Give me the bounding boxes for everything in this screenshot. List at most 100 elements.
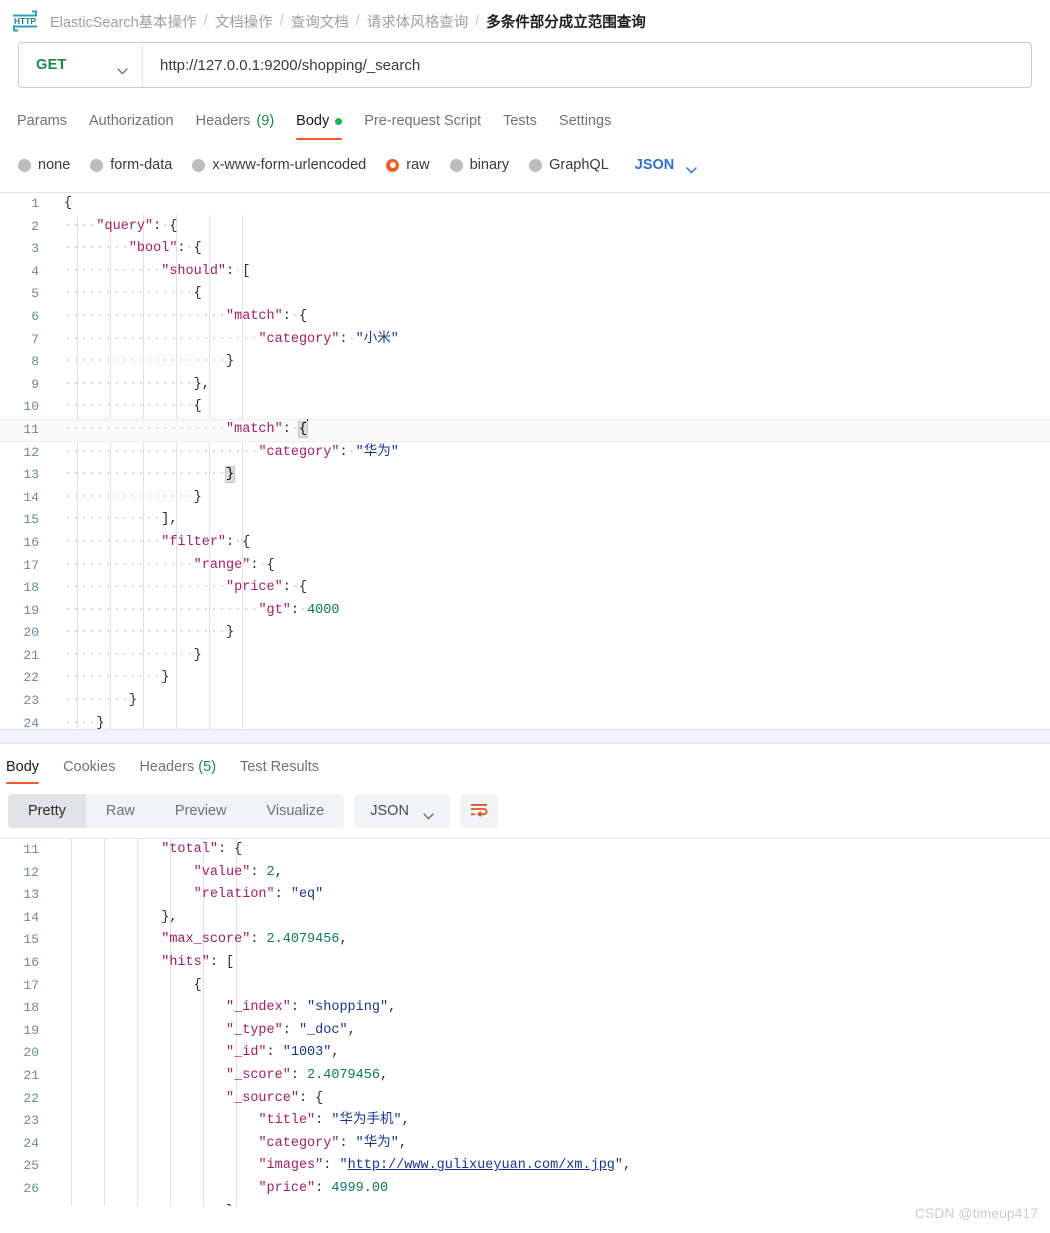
- view-mode-preview[interactable]: Preview: [155, 794, 247, 828]
- code-line[interactable]: 11 "total": {: [0, 839, 1050, 862]
- word-wrap-button[interactable]: [459, 794, 498, 828]
- code-line[interactable]: 23 "title": "华为手机",: [0, 1110, 1050, 1133]
- code-token: ····: [64, 670, 97, 686]
- tab-settings[interactable]: Settings: [548, 113, 622, 140]
- body-format-select[interactable]: JSON: [635, 157, 698, 174]
- view-mode-raw[interactable]: Raw: [86, 794, 155, 828]
- code-line[interactable]: 14 ················}: [0, 487, 1050, 510]
- body-type-raw[interactable]: raw: [386, 157, 430, 173]
- code-line-content: ············"should":·[: [52, 261, 1050, 284]
- view-mode-pretty[interactable]: Pretty: [8, 794, 86, 828]
- code-line[interactable]: 15 ············],: [0, 509, 1050, 532]
- code-line[interactable]: 19 "_type": "_doc",: [0, 1020, 1050, 1043]
- code-line[interactable]: 8 ····················}: [0, 351, 1050, 374]
- response-tab-test-results[interactable]: Test Results: [228, 759, 331, 784]
- http-method-select[interactable]: GET: [19, 43, 143, 87]
- code-token: "should": [161, 263, 227, 279]
- body-type-x-www-form-urlencoded[interactable]: x-www-form-urlencoded: [192, 157, 366, 173]
- code-token: ····: [161, 467, 194, 483]
- code-token: 4999.00: [331, 1180, 389, 1196]
- code-token: ····: [128, 286, 162, 302]
- code-line[interactable]: 22 "_source": {: [0, 1088, 1050, 1111]
- code-line[interactable]: 16 "hits": [: [0, 952, 1050, 975]
- body-type-binary[interactable]: binary: [449, 157, 509, 173]
- code-token: ,: [388, 1000, 397, 1016]
- body-type-graphql[interactable]: GraphQL: [529, 157, 609, 173]
- tab-body[interactable]: Body: [285, 113, 353, 140]
- code-line[interactable]: 17 {: [0, 975, 1050, 998]
- code-line[interactable]: 5 ················{: [0, 283, 1050, 306]
- code-line[interactable]: 1{: [0, 193, 1050, 216]
- tab-params[interactable]: Params: [6, 113, 78, 140]
- code-line[interactable]: 7 ························"category":·"小米…: [0, 329, 1050, 352]
- line-number: 20: [23, 1045, 39, 1061]
- code-token: }: [226, 354, 235, 370]
- code-token: }: [193, 489, 202, 505]
- body-type-none[interactable]: none: [18, 157, 70, 173]
- code-line[interactable]: 11 ····················"match":·{: [0, 418, 1050, 442]
- view-mode-visualize[interactable]: Visualize: [246, 794, 344, 828]
- breadcrumb-item-2[interactable]: 查询文档: [291, 11, 349, 32]
- code-token: ····: [96, 263, 129, 279]
- request-body-editor[interactable]: 1{2 ····"query":·{3 ········"bool":·{4 ····…: [0, 192, 1050, 730]
- response-format-select[interactable]: JSON: [354, 794, 450, 828]
- pane-divider[interactable]: [0, 730, 1050, 744]
- code-line[interactable]: 9 ················},: [0, 374, 1050, 397]
- code-line[interactable]: 10 ················{: [0, 396, 1050, 419]
- code-line[interactable]: 21 "_score": 2.4079456,: [0, 1065, 1050, 1088]
- code-line[interactable]: 24 ····}: [0, 713, 1050, 729]
- code-line[interactable]: 12 ························"category":·"华…: [0, 442, 1050, 465]
- tab-authorization[interactable]: Authorization: [78, 113, 185, 140]
- tab-pre-request-script[interactable]: Pre-request Script: [353, 113, 492, 140]
- code-line[interactable]: 20 ····················}: [0, 622, 1050, 645]
- request-tab-bar: Params Authorization Headers (9) Body Pr…: [0, 102, 1050, 140]
- response-body-viewer[interactable]: 11 "total": {12 "value": 2, 13 "relation"…: [0, 838, 1050, 1206]
- code-line-content: ························"category":·"小米": [52, 329, 1050, 352]
- code-token: "images": [258, 1158, 324, 1174]
- code-line[interactable]: 17 ················"range":·{: [0, 555, 1050, 578]
- code-line[interactable]: 22 ············}: [0, 667, 1050, 690]
- code-token: ····: [128, 376, 162, 392]
- code-line[interactable]: 13 ····················}: [0, 464, 1050, 487]
- response-tab-cookies[interactable]: Cookies: [51, 759, 127, 784]
- code-line[interactable]: 24 "category": "华为",: [0, 1133, 1050, 1156]
- code-token: 2.4079456: [266, 932, 340, 948]
- tab-tests[interactable]: Tests: [492, 113, 548, 140]
- tab-headers[interactable]: Headers (9): [185, 113, 286, 140]
- code-token: ····: [128, 354, 162, 370]
- response-tab-headers[interactable]: Headers (5): [127, 759, 228, 784]
- line-number: 13: [23, 467, 39, 483]
- breadcrumb-item-1[interactable]: 文档操作: [215, 11, 273, 32]
- url-link[interactable]: http://www.gulixueyuan.com/xm.jpg: [348, 1158, 615, 1173]
- url-input[interactable]: [143, 43, 1031, 87]
- code-line[interactable]: 18 ····················"price":·{: [0, 577, 1050, 600]
- code-line[interactable]: 21 ················}: [0, 645, 1050, 668]
- code-token: {: [234, 842, 243, 857]
- line-number: 7: [31, 331, 39, 347]
- code-token: ····: [96, 399, 129, 415]
- code-line[interactable]: 16 ············"filter":·{: [0, 532, 1050, 555]
- code-line[interactable]: 14 },: [0, 907, 1050, 930]
- tab-label: Pre-request Script: [364, 113, 482, 129]
- code-line[interactable]: 13 "relation": "eq": [0, 884, 1050, 907]
- code-line[interactable]: 19 ························"gt":·4000: [0, 600, 1050, 623]
- breadcrumb-item-3[interactable]: 请求体风格查询: [367, 11, 469, 32]
- code-line[interactable]: 25 "images": "http://www.gulixueyuan.com…: [0, 1155, 1050, 1178]
- code-line[interactable]: 3 ········"bool":·{: [0, 238, 1050, 261]
- breadcrumb-item-0[interactable]: ElasticSearch基本操作: [50, 11, 197, 32]
- response-tab-body[interactable]: Body: [0, 759, 51, 784]
- code-line[interactable]: 6 ····················"match":·{: [0, 306, 1050, 329]
- code-line[interactable]: 12 "value": 2,: [0, 862, 1050, 885]
- code-line[interactable]: 20 "_id": "1003",: [0, 1042, 1050, 1065]
- body-type-form-data[interactable]: form-data: [90, 157, 172, 173]
- line-number: 20: [23, 625, 39, 641]
- code-line[interactable]: 4 ············"should":·[: [0, 261, 1050, 284]
- code-line[interactable]: 26 "price": 4999.00: [0, 1178, 1050, 1201]
- code-line[interactable]: 23 ········}: [0, 690, 1050, 713]
- code-line[interactable]: 15 "max_score": 2.4079456,: [0, 929, 1050, 952]
- code-token: ····: [161, 354, 194, 370]
- code-line[interactable]: 18 "_index": "shopping",: [0, 997, 1050, 1020]
- code-line[interactable]: 27 }: [0, 1201, 1050, 1207]
- code-line[interactable]: 2 ····"query":·{: [0, 216, 1050, 239]
- body-type-selector: none form-data x-www-form-urlencoded raw…: [0, 146, 1050, 184]
